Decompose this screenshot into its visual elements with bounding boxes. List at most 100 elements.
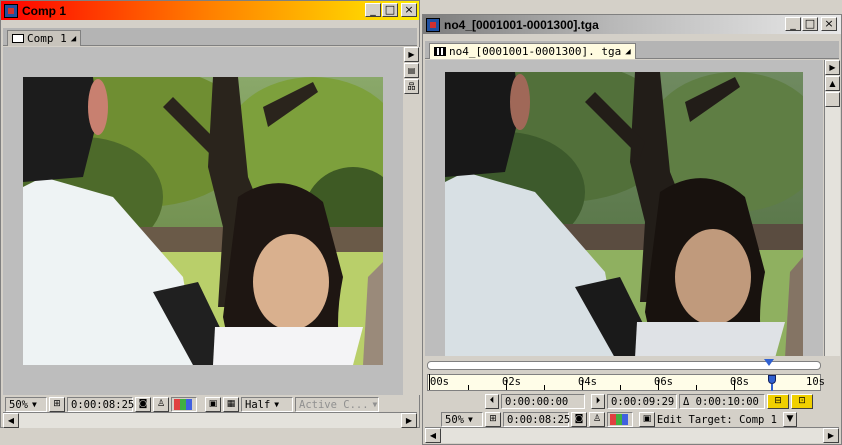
region-of-interest-button[interactable]: ▣: [639, 412, 655, 427]
show-snapshot-button[interactable]: ♙: [589, 412, 605, 427]
tab-label: Comp 1: [27, 32, 67, 45]
minimize-button[interactable]: _: [785, 17, 801, 31]
tab-menu-icon[interactable]: ◢: [71, 34, 76, 44]
zoom-dropdown[interactable]: 50% ▼: [5, 397, 47, 412]
comp-frame-image: [23, 77, 383, 365]
scroll-arrow-icon: ▲: [829, 79, 836, 88]
minimize-icon: _: [790, 17, 796, 30]
comp-window: Comp 1 _ □ × Comp 1 ◢ ▶ ▤ 品 50% ▼ ⊞ 0:00…: [0, 0, 420, 428]
footage-bottom-bar: 50% ▼ ⊞ 0:00:08:25 ◙ ♙ ▣ Edit Target: Com…: [439, 411, 797, 428]
current-time-field[interactable]: 0:00:08:25: [503, 412, 570, 427]
comp-tab-row: Comp 1 ◢: [3, 28, 417, 46]
scroll-up-button[interactable]: ▲: [825, 76, 840, 91]
chevron-down-icon: ▼: [467, 415, 473, 424]
zoom-dropdown[interactable]: 50% ▼: [441, 412, 483, 427]
comp-side-panel: ▶ ▤ 品: [404, 47, 420, 395]
ruler-tick: [696, 385, 697, 390]
current-time: 0:00:08:25: [71, 398, 135, 411]
chevron-down-icon: ▼: [786, 414, 794, 424]
current-time-marker[interactable]: [768, 375, 776, 391]
person-icon: ♙: [592, 414, 602, 424]
tab-comp-1[interactable]: Comp 1 ◢: [7, 30, 82, 46]
overlay-edit-button[interactable]: ⊡: [791, 394, 813, 409]
minimize-button[interactable]: _: [365, 3, 381, 17]
time-slider-track[interactable]: [427, 359, 821, 370]
footage-tab-row: no4_[0001001-0001300]. tga ◢: [425, 41, 839, 59]
ruler-label: 10s: [806, 376, 825, 388]
region-of-interest-button[interactable]: ▣: [205, 397, 221, 412]
footage-vertical-scrollbar[interactable]: ▶ ▲: [824, 60, 840, 356]
ruler-tick: [544, 385, 545, 390]
close-icon: ×: [404, 3, 414, 16]
time-ruler[interactable]: 00s 02s 04s 06s 08s 10s: [427, 374, 825, 391]
ruler-tick: [468, 385, 469, 390]
show-snapshot-button[interactable]: ♙: [153, 397, 169, 412]
comp-bottom-bar: 50% ▼ ⊞ 0:00:08:25 ◙ ♙ ▣ ▦ Half ▼ Active C…: [3, 396, 403, 413]
snapshot-icon: ◙: [138, 399, 148, 409]
duration-field: Δ 0:00:10:00: [679, 394, 765, 409]
ruler-label: 02s: [502, 376, 521, 388]
scroll-left-button[interactable]: ◀: [3, 413, 19, 428]
minimize-icon: _: [370, 3, 376, 16]
camera-dropdown[interactable]: Active C... ▼: [295, 397, 379, 412]
in-point-field[interactable]: 0:00:00:00: [501, 394, 585, 409]
edit-target-label: Edit Target: Comp 1: [657, 412, 781, 427]
ruler-tick: [658, 380, 659, 390]
photo-scene: [445, 72, 803, 356]
current-time-field[interactable]: 0:00:08:25: [67, 397, 135, 412]
in-point: 0:00:00:00: [505, 395, 569, 408]
tab-footage[interactable]: no4_[0001001-0001300]. tga ◢: [429, 43, 636, 59]
scroll-arrow-icon: ◀: [7, 416, 15, 425]
ruler-label: 04s: [578, 376, 597, 388]
footage-horizontal-scrollbar[interactable]: ◀ ▶: [425, 427, 839, 443]
tab-menu-icon[interactable]: ◢: [625, 47, 630, 57]
ruler-tick: [734, 380, 735, 390]
person-icon: ♙: [156, 399, 166, 409]
comp-titlebar[interactable]: Comp 1 _ □ ×: [1, 1, 419, 20]
channel-swatch-icon: [186, 399, 192, 410]
footage-viewer[interactable]: [425, 60, 823, 356]
snapshot-button[interactable]: ◙: [571, 412, 587, 427]
panel-menu-button[interactable]: ▶: [825, 60, 840, 75]
chevron-down-icon: ▼: [31, 400, 37, 409]
channel-swatch-icon: [622, 414, 628, 425]
ripple-insert-icon: ⊟: [774, 396, 782, 406]
comp-horizontal-scrollbar[interactable]: ◀ ▶: [3, 412, 417, 428]
close-button[interactable]: ×: [821, 17, 837, 31]
current-time-indicator[interactable]: [764, 359, 774, 366]
close-icon: ×: [824, 17, 834, 30]
footage-window: no4_[0001001-0001300].tga _ □ × no4_[000…: [422, 14, 842, 445]
scroll-right-button[interactable]: ▶: [823, 428, 839, 443]
safe-zones-button[interactable]: ⊞: [485, 412, 501, 427]
chevron-down-icon: ▼: [372, 400, 378, 409]
panel-menu-button[interactable]: ▶: [404, 47, 419, 62]
edit-target-dropdown[interactable]: ▼: [783, 412, 797, 427]
scroll-arrow-icon: ▶: [827, 431, 835, 440]
close-button[interactable]: ×: [401, 3, 417, 17]
scroll-arrow-icon: ◀: [429, 431, 437, 440]
channel-button[interactable]: [607, 412, 633, 427]
comp-viewer[interactable]: [3, 47, 403, 395]
set-in-icon: ⏴: [489, 396, 495, 406]
scroll-left-button[interactable]: ◀: [425, 428, 441, 443]
snapshot-button[interactable]: ◙: [135, 397, 151, 412]
footage-titlebar[interactable]: no4_[0001001-0001300].tga _ □ ×: [423, 15, 841, 34]
transparency-grid-button[interactable]: ▦: [223, 397, 239, 412]
channel-button[interactable]: [171, 397, 197, 412]
maximize-button[interactable]: □: [802, 17, 818, 31]
comp-panel-button[interactable]: ▤: [404, 63, 419, 78]
scroll-right-button[interactable]: ▶: [401, 413, 417, 428]
overlay-icon: ⊡: [798, 396, 806, 406]
flowchart-button[interactable]: 品: [404, 79, 419, 94]
out-point-field[interactable]: 0:00:09:29: [607, 394, 677, 409]
maximize-button[interactable]: □: [382, 3, 398, 17]
set-in-point-button[interactable]: ⏴: [485, 394, 499, 409]
set-out-point-button[interactable]: ⏵: [591, 394, 605, 409]
safe-zones-button[interactable]: ⊞: [49, 397, 65, 412]
composition-icon: [12, 34, 24, 43]
resolution-dropdown[interactable]: Half ▼: [241, 397, 293, 412]
ruler-label: 00s: [430, 376, 449, 388]
ripple-insert-edit-button[interactable]: ⊟: [767, 394, 789, 409]
scroll-thumb[interactable]: [825, 92, 840, 107]
composition-icon: [4, 3, 18, 18]
